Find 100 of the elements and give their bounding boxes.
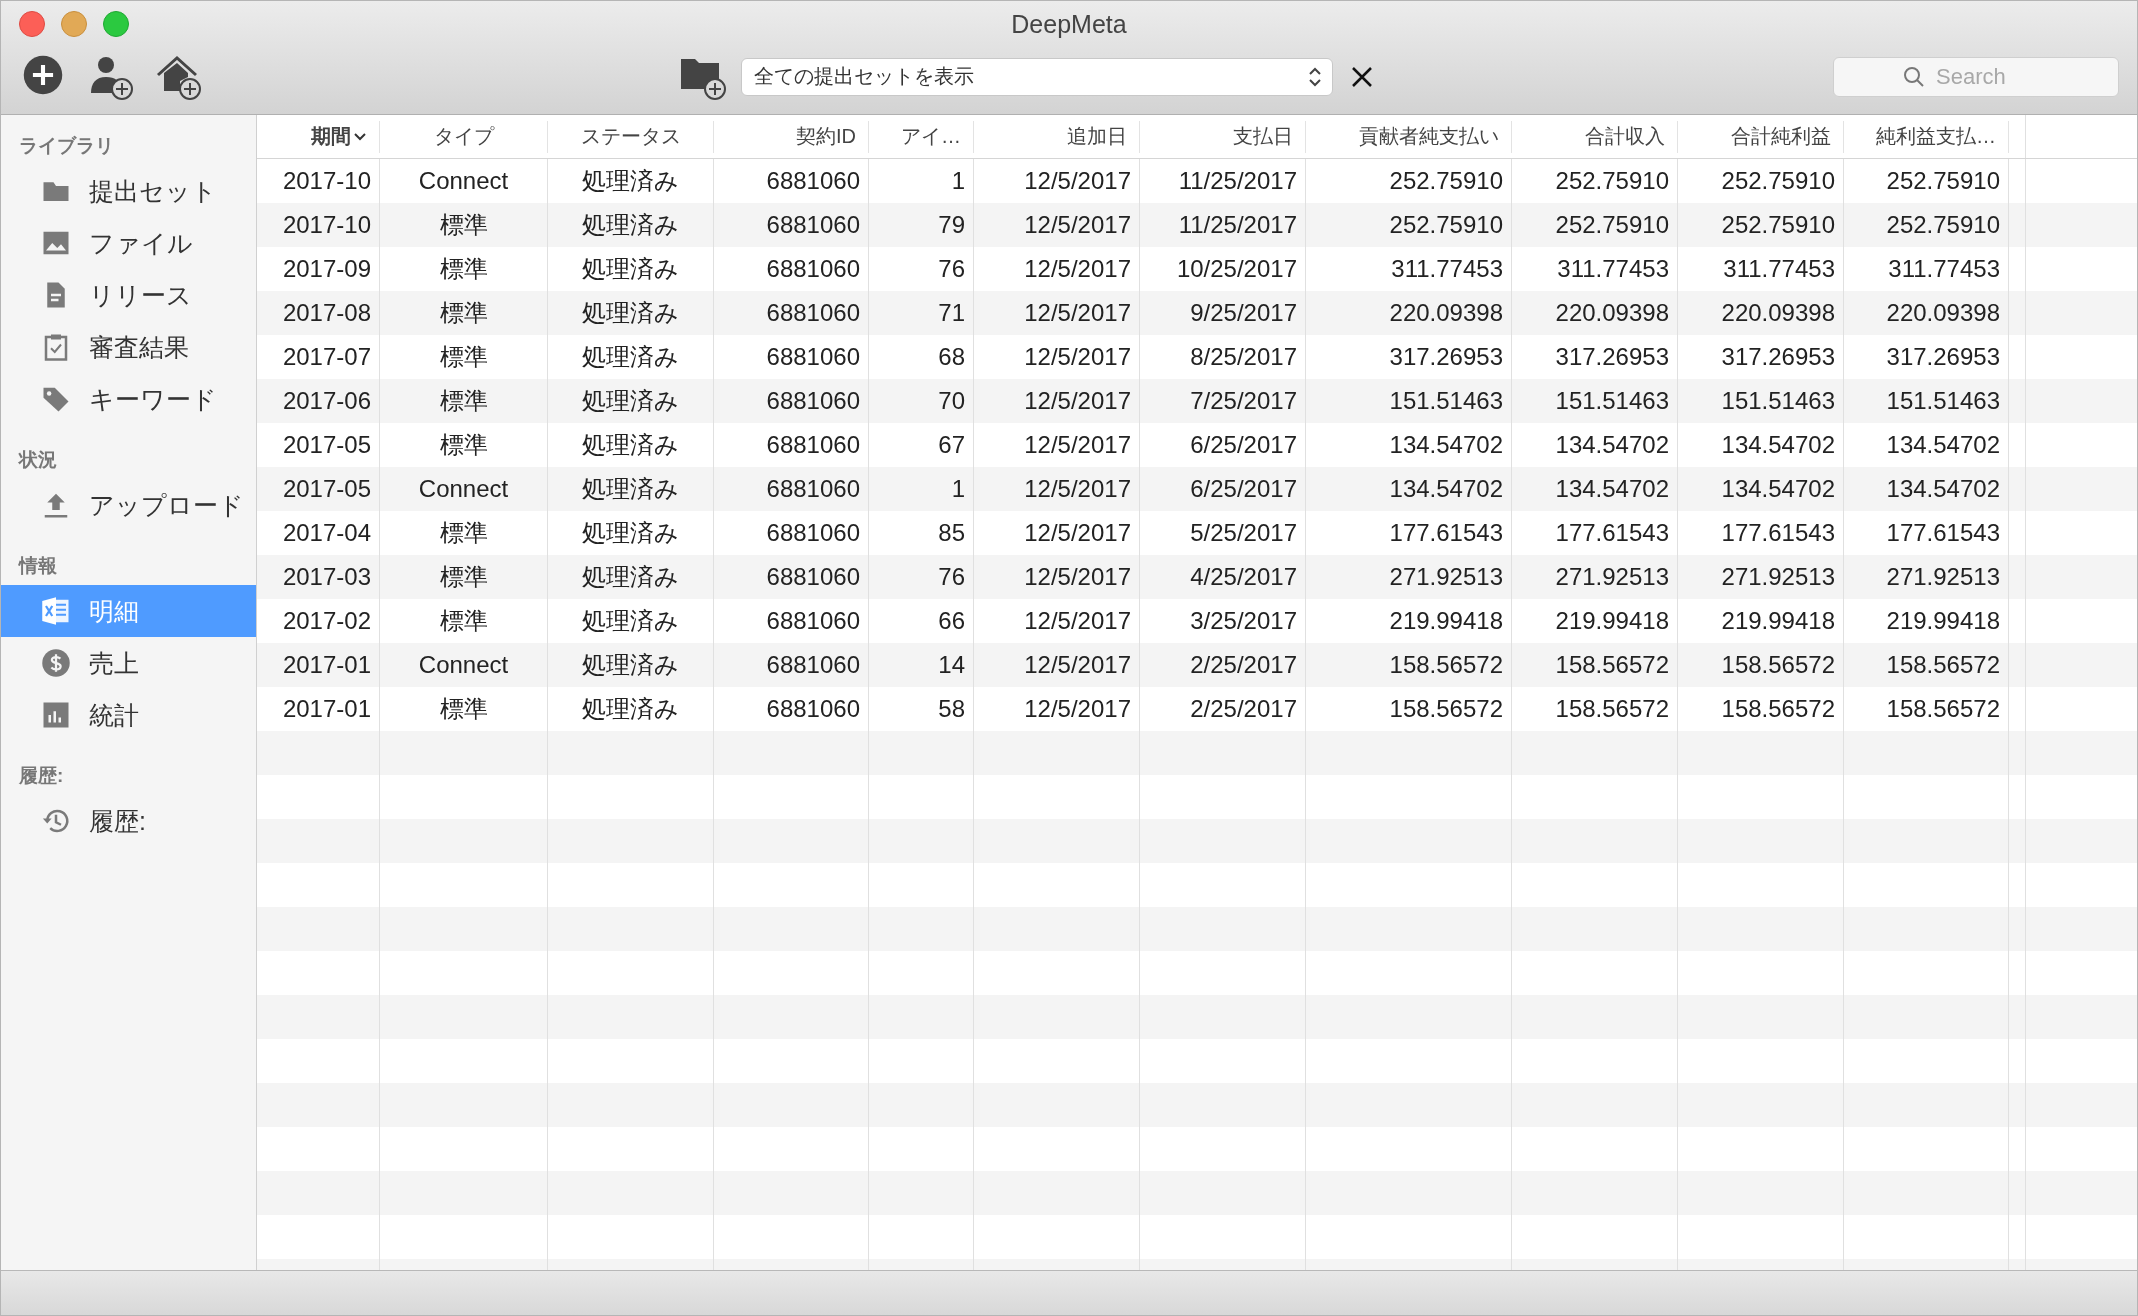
sidebar-item[interactable]: 売上: [1, 637, 256, 689]
table-cell: 134.54702: [1512, 467, 1678, 511]
sidebar-item[interactable]: 履歴:: [1, 795, 256, 847]
table-cell: 134.54702: [1306, 467, 1512, 511]
bar-chart-icon: [41, 700, 71, 730]
chevron-up-down-icon: [1308, 65, 1322, 88]
table-cell: Connect: [380, 467, 548, 511]
sidebar-item[interactable]: リリース: [1, 269, 256, 321]
table-cell: 252.75910: [1306, 203, 1512, 247]
table-cell: 標準: [380, 379, 548, 423]
table-cell: 151.51463: [1306, 379, 1512, 423]
table-cell: 158.56572: [1306, 643, 1512, 687]
column-header[interactable]: 貢献者純支払い: [1306, 120, 1512, 153]
table-cell: 12/5/2017: [974, 643, 1140, 687]
table-cell: 6881060: [714, 643, 869, 687]
table-cell: 2017-06: [257, 379, 380, 423]
table-cell: 151.51463: [1678, 379, 1844, 423]
table-cell: 6881060: [714, 203, 869, 247]
column-header[interactable]: アイ…: [869, 120, 974, 153]
table-cell: 2017-03: [257, 555, 380, 599]
table-cell: 134.54702: [1844, 467, 2009, 511]
window-title: DeepMeta: [1011, 9, 1127, 38]
spreadsheet-icon: [41, 596, 71, 626]
column-header[interactable]: 合計純利益: [1678, 120, 1844, 153]
table-cell: 標準: [380, 291, 548, 335]
close-window-button[interactable]: [19, 11, 45, 37]
sidebar-section-heading: 履歴:: [19, 765, 64, 786]
table-cell: 158.56572: [1678, 643, 1844, 687]
table-cell: 標準: [380, 203, 548, 247]
column-header[interactable]: 合計収入: [1512, 120, 1678, 153]
table-cell: 271.92513: [1678, 555, 1844, 599]
table-cell: 処理済み: [548, 467, 714, 511]
table-cell: 12/5/2017: [974, 555, 1140, 599]
table-cell: 220.09398: [1678, 291, 1844, 335]
table-cell: 2/25/2017: [1140, 643, 1306, 687]
table-cell: 76: [869, 555, 974, 599]
table-cell: 処理済み: [548, 379, 714, 423]
table-cell: 6881060: [714, 291, 869, 335]
table-cell: 252.75910: [1512, 203, 1678, 247]
table-cell: 271.92513: [1512, 555, 1678, 599]
table-cell: 6881060: [714, 555, 869, 599]
table-cell: 151.51463: [1844, 379, 2009, 423]
table-cell: 79: [869, 203, 974, 247]
search-icon: [1903, 65, 1925, 88]
table-cell: 処理済み: [548, 291, 714, 335]
table-cell: 252.75910: [1678, 203, 1844, 247]
table-cell: 12/5/2017: [974, 291, 1140, 335]
table-cell: 158.56572: [1512, 643, 1678, 687]
table-cell: 158.56572: [1844, 643, 2009, 687]
table-cell: 12/5/2017: [974, 203, 1140, 247]
sidebar-section-heading: ライブラリ: [19, 135, 114, 156]
sidebar-item[interactable]: ファイル: [1, 217, 256, 269]
column-header[interactable]: 支払日: [1140, 120, 1306, 153]
table-cell: 220.09398: [1844, 291, 2009, 335]
sidebar-item[interactable]: 提出セット: [1, 165, 256, 217]
table-cell: 標準: [380, 555, 548, 599]
table-cell: 6881060: [714, 379, 869, 423]
table-cell: 4/25/2017: [1140, 555, 1306, 599]
sidebar-section-heading: 状況: [19, 449, 57, 470]
table-cell: 151.51463: [1512, 379, 1678, 423]
column-header[interactable]: ステータス: [548, 120, 714, 153]
table-cell: 12/5/2017: [974, 467, 1140, 511]
table-cell: 11/25/2017: [1140, 203, 1306, 247]
table-cell: 1: [869, 467, 974, 511]
table-cell: 2017-05: [257, 467, 380, 511]
table-cell: 7/25/2017: [1140, 379, 1306, 423]
table-cell: 271.92513: [1844, 555, 2009, 599]
table-cell: 71: [869, 291, 974, 335]
sidebar-item[interactable]: キーワード: [1, 373, 256, 425]
table-cell: 6/25/2017: [1140, 467, 1306, 511]
table-cell: 2017-01: [257, 643, 380, 687]
table-cell: 220.09398: [1306, 291, 1512, 335]
table-cell: 134.54702: [1678, 467, 1844, 511]
column-header[interactable]: 純利益支払…: [1844, 120, 2009, 153]
sidebar-section-heading: 情報: [19, 555, 57, 576]
table-cell: 12/5/2017: [974, 379, 1140, 423]
sidebar-item[interactable]: 統計: [1, 689, 256, 741]
table-cell: 処理済み: [548, 643, 714, 687]
sort-chevron-icon: [353, 131, 367, 142]
table-cell: 6881060: [714, 467, 869, 511]
column-header[interactable]: 追加日: [974, 120, 1140, 153]
column-header[interactable]: タイプ: [380, 120, 548, 153]
sidebar-item[interactable]: アップロード: [1, 479, 256, 531]
table-cell: 14: [869, 643, 974, 687]
table-cell: 220.09398: [1512, 291, 1678, 335]
table-cell: 2017-10: [257, 203, 380, 247]
table-cell: 2017-08: [257, 291, 380, 335]
filter-dropdown[interactable]: 全ての提出セットを表示: [741, 57, 1333, 96]
table-cell: 271.92513: [1306, 555, 1512, 599]
table-cell: 252.75910: [1844, 203, 2009, 247]
table-cell: 処理済み: [548, 555, 714, 599]
column-header[interactable]: 契約ID: [714, 120, 869, 153]
table-cell: 70: [869, 379, 974, 423]
table-cell: 処理済み: [548, 203, 714, 247]
table-cell: Connect: [380, 643, 548, 687]
sidebar-item[interactable]: 審査結果: [1, 321, 256, 373]
search-field[interactable]: Search: [1833, 56, 2119, 97]
dollar-icon: [41, 648, 71, 678]
column-header[interactable]: 期間: [257, 120, 380, 153]
table-cell: 9/25/2017: [1140, 291, 1306, 335]
